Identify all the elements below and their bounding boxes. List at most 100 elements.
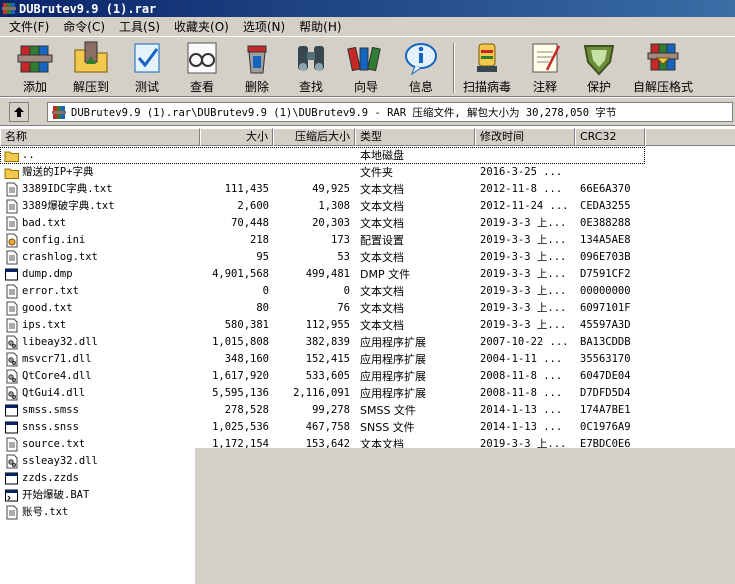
file-size xyxy=(200,147,269,164)
file-row[interactable]: 3389爆破字典.txt 2,600 1,308 文本文档 2012-11-24 ...… xyxy=(0,198,645,215)
address-bar: DUBrutev9.9 (1).rar\DUBrutev9.9 (1)\DUBr… xyxy=(0,98,735,126)
address-field[interactable]: DUBrutev9.9 (1).rar\DUBrutev9.9 (1)\DUBr… xyxy=(47,102,733,122)
file-modified: 2014-1-13 ... xyxy=(480,404,563,416)
file-type: 文本文档 xyxy=(360,200,404,213)
file-name: 3389IDC字典.txt xyxy=(22,183,113,195)
file-crc32: 35563170 xyxy=(580,353,631,365)
info-button[interactable]: 信息 xyxy=(398,40,444,96)
menu-commands[interactable]: 命令(C) xyxy=(56,18,112,36)
file-name: ips.txt xyxy=(22,319,67,331)
row-name: 3389爆破字典.txt xyxy=(4,198,200,215)
file-row[interactable]: smss.smss 278,528 99,278 SMSS 文件 2014-1-13 .… xyxy=(0,402,645,419)
extract-to-label: 解压到 xyxy=(72,80,109,94)
file-row[interactable]: ips.txt 580,381 112,955 文本文档 2019-3-3 上... 45… xyxy=(0,317,645,334)
file-size: 95 xyxy=(256,251,269,263)
file-modified: 2007-10-22 ... xyxy=(480,336,569,348)
file-name: smss.smss xyxy=(22,404,79,416)
folder-row[interactable]: .. 本地磁盘 xyxy=(0,147,645,164)
file-name: source.txt xyxy=(22,438,86,450)
column-packed-size[interactable]: 压缩后大小 xyxy=(273,128,355,146)
wizard-books-icon xyxy=(347,46,381,72)
text-file-icon xyxy=(6,199,18,214)
row-name: .. xyxy=(4,147,200,164)
file-modified: 2019-3-3 上... xyxy=(480,234,567,246)
file-modified: 2016-3-25 ... xyxy=(480,166,563,178)
dll-file-icon xyxy=(6,454,18,469)
file-name: 赠送的IP+字典 xyxy=(22,166,94,178)
test-button[interactable]: 测试 xyxy=(124,40,170,96)
menu-favorites[interactable]: 收藏夹(O) xyxy=(167,18,236,36)
file-row[interactable]: config.ini 218 173 配置设置 2019-3-3 上... 134A5AE… xyxy=(0,232,645,249)
protect-button[interactable]: 保护 xyxy=(576,40,622,96)
delete-button[interactable]: 删除 xyxy=(234,40,280,96)
column-type[interactable]: 类型 xyxy=(355,128,475,146)
extract-folder-icon xyxy=(74,41,108,73)
file-packed-size: 499,481 xyxy=(305,268,350,280)
file-type: 文本文档 xyxy=(360,183,404,196)
view-button[interactable]: 查看 xyxy=(179,40,225,96)
file-row[interactable]: snss.snss 1,025,536 467,758 SNSS 文件 2014-1-1… xyxy=(0,419,645,436)
file-name: .. xyxy=(22,149,35,161)
window-title: DUBrutev9.9 (1).rar xyxy=(19,1,157,16)
file-size: 278,528 xyxy=(224,404,269,416)
file-crc32: 0C1976A9 xyxy=(580,421,631,433)
scan-virus-button[interactable]: 扫描病毒 xyxy=(460,40,514,96)
file-modified: 2008-11-8 ... xyxy=(480,387,563,399)
batch-file-icon xyxy=(5,489,18,502)
find-button[interactable]: 查找 xyxy=(288,40,334,96)
column-name[interactable]: 名称 xyxy=(0,128,200,146)
row-name: crashlog.txt xyxy=(4,249,200,266)
file-packed-size: 173 xyxy=(331,234,350,246)
comment-label: 注释 xyxy=(532,80,557,94)
comment-button[interactable]: 注释 xyxy=(522,40,568,96)
file-name: good.txt xyxy=(22,302,73,314)
row-name: config.ini xyxy=(4,232,200,249)
row-name: 账号.txt xyxy=(4,504,200,521)
file-row[interactable]: bad.txt 70,448 20,303 文本文档 2019-3-3 上... 0E38… xyxy=(0,215,645,232)
menu-help[interactable]: 帮助(H) xyxy=(292,18,348,36)
file-packed-size: 533,605 xyxy=(305,370,350,382)
column-size[interactable]: 大小 xyxy=(200,128,273,146)
folder-row[interactable]: 赠送的IP+字典 文件夹 2016-3-25 ... xyxy=(0,164,645,181)
wizard-button[interactable]: 向导 xyxy=(343,40,389,96)
up-folder-button[interactable] xyxy=(9,102,29,122)
file-size: 580,381 xyxy=(224,319,269,331)
find-binoculars-icon xyxy=(298,46,324,71)
add-button[interactable]: 添加 xyxy=(12,40,58,96)
file-row[interactable]: crashlog.txt 95 53 文本文档 2019-3-3 上... 096E703… xyxy=(0,249,645,266)
file-size: 111,435 xyxy=(224,183,269,195)
file-type: SMSS 文件 xyxy=(360,404,416,417)
file-size: 80 xyxy=(256,302,269,314)
file-row[interactable]: QtCore4.dll 1,617,920 533,605 应用程序扩展 2008-11… xyxy=(0,368,645,385)
file-row[interactable]: libeay32.dll 1,015,808 382,839 应用程序扩展 2007-1… xyxy=(0,334,645,351)
menu-file[interactable]: 文件(F) xyxy=(2,18,56,36)
address-text: DUBrutev9.9 (1).rar\DUBrutev9.9 (1)\DUBr… xyxy=(71,106,617,119)
file-crc32: 45597A3D xyxy=(580,319,631,331)
menu-options[interactable]: 选项(N) xyxy=(236,18,292,36)
folder-icon xyxy=(4,168,19,179)
extract-to-button[interactable]: 解压到 xyxy=(68,40,114,96)
row-name: QtCore4.dll xyxy=(4,368,200,385)
menu-tools[interactable]: 工具(S) xyxy=(112,18,167,36)
text-file-icon xyxy=(6,250,18,265)
file-row[interactable]: QtGui4.dll 5,595,136 2,116,091 应用程序扩展 2008-1… xyxy=(0,385,645,402)
file-packed-size: 1,308 xyxy=(318,200,350,212)
file-crc32 xyxy=(580,147,645,164)
file-row[interactable]: dump.dmp 4,901,568 499,481 DMP 文件 2019-3-3 上… xyxy=(0,266,645,283)
column-modified[interactable]: 修改时间 xyxy=(475,128,575,146)
file-packed-size: 0 xyxy=(343,285,350,297)
column-crc32[interactable]: CRC32 xyxy=(575,128,645,146)
file-packed-size xyxy=(273,164,350,181)
file-row[interactable]: msvcr71.dll 348,160 152,415 应用程序扩展 2004-1-11… xyxy=(0,351,645,368)
info-label: 信息 xyxy=(408,80,433,94)
file-modified: 2019-3-3 上... xyxy=(480,217,567,229)
file-packed-size: 53 xyxy=(337,251,350,263)
file-row[interactable]: good.txt 80 76 文本文档 2019-3-3 上... 6097101F xyxy=(0,300,645,317)
file-row[interactable]: error.txt 0 0 文本文档 2019-3-3 上... 00000000 xyxy=(0,283,645,300)
sfx-button[interactable]: 自解压格式 xyxy=(630,40,696,96)
file-type: 文本文档 xyxy=(360,251,404,264)
file-row[interactable]: 3389IDC字典.txt 111,435 49,925 文本文档 2012-11-8 … xyxy=(0,181,645,198)
file-name: config.ini xyxy=(22,234,86,246)
row-name: ssleay32.dll xyxy=(4,453,200,470)
file-packed-size xyxy=(273,147,350,164)
